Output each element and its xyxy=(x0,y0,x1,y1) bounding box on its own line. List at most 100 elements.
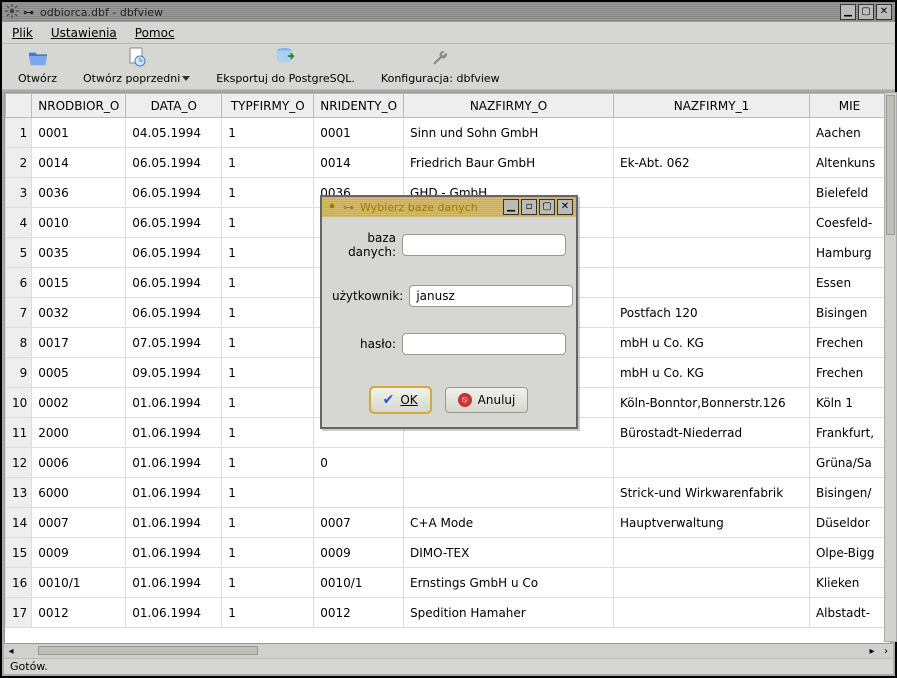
chevron-down-icon[interactable] xyxy=(182,76,190,81)
table-cell[interactable] xyxy=(613,568,809,598)
table-cell[interactable]: 06.05.1994 xyxy=(126,208,222,238)
table-cell[interactable]: 01.06.1994 xyxy=(126,418,222,448)
table-cell[interactable]: 1 xyxy=(222,358,314,388)
table-cell[interactable]: Frankfurt, xyxy=(809,418,889,448)
table-cell[interactable]: 01.06.1994 xyxy=(126,598,222,628)
table-row[interactable]: 1000104.05.199410001Sinn und Sohn GmbHAa… xyxy=(6,118,890,148)
table-cell[interactable]: 0017 xyxy=(32,328,126,358)
minimize-button[interactable]: ▁ xyxy=(840,4,856,20)
table-cell[interactable]: Coesfeld- xyxy=(809,208,889,238)
table-cell[interactable] xyxy=(613,208,809,238)
table-cell[interactable]: 0010 xyxy=(32,208,126,238)
table-cell[interactable]: 1 xyxy=(222,298,314,328)
table-cell[interactable] xyxy=(314,478,404,508)
table-cell[interactable]: 0010/1 xyxy=(32,568,126,598)
row-number[interactable]: 13 xyxy=(6,478,32,508)
table-cell[interactable]: 01.06.1994 xyxy=(126,508,222,538)
dialog-min-button[interactable]: ▁ xyxy=(503,199,519,215)
table-cell[interactable]: 0002 xyxy=(32,388,126,418)
table-cell[interactable]: 2000 xyxy=(32,418,126,448)
table-cell[interactable] xyxy=(613,448,809,478)
hscroll-thumb[interactable] xyxy=(38,646,258,655)
table-cell[interactable]: 04.05.1994 xyxy=(126,118,222,148)
export-button[interactable]: Eksportuj do PostgreSQL. xyxy=(212,45,359,87)
table-cell[interactable]: Köln 1 xyxy=(809,388,889,418)
row-number[interactable]: 5 xyxy=(6,238,32,268)
dialog-titlebar[interactable]: ⊶ Wybierz baze danych ▁ ▫ ▢ ✕ xyxy=(322,197,576,217)
table-cell[interactable]: 0014 xyxy=(32,148,126,178)
table-cell[interactable]: Strick-und Wirkwarenfabrik xyxy=(613,478,809,508)
scroll-right-icon[interactable]: ▸ xyxy=(865,646,879,657)
table-cell[interactable]: 0010/1 xyxy=(314,568,404,598)
table-cell[interactable] xyxy=(613,268,809,298)
menu-help[interactable]: Pomoc xyxy=(135,26,175,40)
menu-file[interactable]: Plik xyxy=(12,26,33,40)
row-number[interactable]: 6 xyxy=(6,268,32,298)
table-cell[interactable]: 0007 xyxy=(32,508,126,538)
table-cell[interactable]: Grüna/Sa xyxy=(809,448,889,478)
table-cell[interactable]: 06.05.1994 xyxy=(126,238,222,268)
table-cell[interactable]: Bisingen xyxy=(809,298,889,328)
table-cell[interactable]: Düseldor xyxy=(809,508,889,538)
table-cell[interactable]: 1 xyxy=(222,538,314,568)
table-cell[interactable]: 01.06.1994 xyxy=(126,448,222,478)
table-row[interactable]: 14000701.06.199410007C+A ModeHauptverwal… xyxy=(6,508,890,538)
table-row[interactable]: 13600001.06.19941Strick-und Wirkwarenfab… xyxy=(6,478,890,508)
scroll-line-right-icon[interactable]: › xyxy=(879,646,893,657)
table-cell[interactable] xyxy=(613,238,809,268)
table-cell[interactable]: 1 xyxy=(222,148,314,178)
row-number[interactable]: 12 xyxy=(6,448,32,478)
table-cell[interactable]: 1 xyxy=(222,568,314,598)
table-cell[interactable]: 1 xyxy=(222,268,314,298)
row-number[interactable]: 15 xyxy=(6,538,32,568)
table-cell[interactable]: 0006 xyxy=(32,448,126,478)
table-cell[interactable]: 1 xyxy=(222,118,314,148)
table-cell[interactable]: mbH u Co. KG xyxy=(613,358,809,388)
table-cell[interactable] xyxy=(613,118,809,148)
table-cell[interactable]: 0035 xyxy=(32,238,126,268)
table-cell[interactable]: Klieken xyxy=(809,568,889,598)
main-titlebar[interactable]: ⊶ odbiorca.dbf - dbfview ▁ ▢ ✕ xyxy=(2,2,895,22)
table-cell[interactable]: 1 xyxy=(222,598,314,628)
table-cell[interactable]: Postfach 120 xyxy=(613,298,809,328)
scroll-thumb[interactable] xyxy=(886,95,895,235)
table-cell[interactable]: Ernstings GmbH u Co xyxy=(404,568,614,598)
table-cell[interactable]: 0014 xyxy=(314,148,404,178)
table-cell[interactable]: 0036 xyxy=(32,178,126,208)
table-cell[interactable]: Bisingen/ xyxy=(809,478,889,508)
close-button[interactable]: ✕ xyxy=(876,4,892,20)
column-header[interactable]: NRODBIOR_O xyxy=(32,94,126,118)
table-cell[interactable]: 0015 xyxy=(32,268,126,298)
table-cell[interactable]: 0009 xyxy=(314,538,404,568)
maximize-button[interactable]: ▢ xyxy=(858,4,874,20)
table-cell[interactable] xyxy=(613,178,809,208)
table-cell[interactable]: Bielefeld xyxy=(809,178,889,208)
table-row[interactable]: 2001406.05.199410014Friedrich Baur GmbHE… xyxy=(6,148,890,178)
table-cell[interactable]: 0 xyxy=(314,448,404,478)
table-cell[interactable]: Altenkuns xyxy=(809,148,889,178)
column-header[interactable]: TYPFIRMY_O xyxy=(222,94,314,118)
database-input[interactable] xyxy=(402,234,566,256)
cancel-button[interactable]: ⦸ Anuluj xyxy=(445,387,529,413)
table-cell[interactable]: 1 xyxy=(222,238,314,268)
open-recent-button[interactable]: Otwórz poprzedni xyxy=(79,45,194,87)
column-header[interactable]: DATA_O xyxy=(126,94,222,118)
table-cell[interactable]: 1 xyxy=(222,388,314,418)
table-cell[interactable]: 09.05.1994 xyxy=(126,358,222,388)
column-header[interactable]: NRIDENTY_O xyxy=(314,94,404,118)
row-number[interactable]: 14 xyxy=(6,508,32,538)
row-number[interactable]: 1 xyxy=(6,118,32,148)
table-cell[interactable]: C+A Mode xyxy=(404,508,614,538)
table-cell[interactable]: 0009 xyxy=(32,538,126,568)
row-number[interactable]: 16 xyxy=(6,568,32,598)
table-cell[interactable]: Albstadt- xyxy=(809,598,889,628)
table-cell[interactable]: 1 xyxy=(222,178,314,208)
table-cell[interactable] xyxy=(613,598,809,628)
table-cell[interactable]: 01.06.1994 xyxy=(126,478,222,508)
table-cell[interactable]: 07.05.1994 xyxy=(126,328,222,358)
open-button[interactable]: Otwórz xyxy=(14,47,61,87)
table-cell[interactable] xyxy=(404,448,614,478)
config-button[interactable]: Konfiguracja: dbfview xyxy=(377,47,504,87)
table-cell[interactable]: 0012 xyxy=(32,598,126,628)
table-cell[interactable]: Sinn und Sohn GmbH xyxy=(404,118,614,148)
